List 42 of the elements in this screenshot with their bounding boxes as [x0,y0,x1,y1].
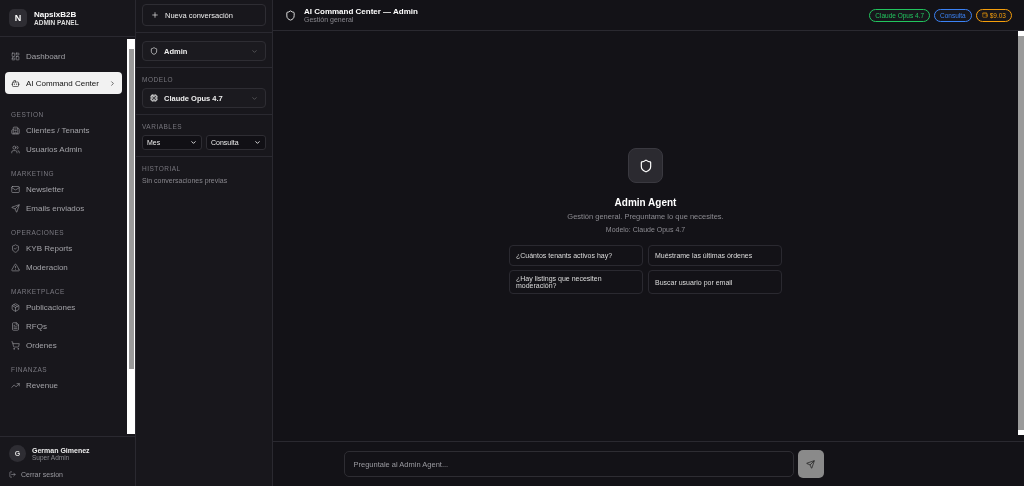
send-button[interactable] [797,450,824,478]
nav-item[interactable]: KYB Reports [5,239,122,258]
nav-item[interactable]: Dashboard [5,47,122,66]
send-icon [806,459,815,469]
document-icon [11,322,20,331]
shield-icon [638,158,653,173]
scrollbar[interactable] [127,39,135,434]
nav-item[interactable]: Revenue [5,376,122,395]
chevron-icon [254,139,261,146]
users-icon [11,145,20,154]
nav-item[interactable]: Ordenes [5,336,122,355]
nav-item[interactable]: RFQs [5,317,122,336]
chevron-icon [190,139,197,146]
dashboard-icon [11,52,20,61]
chevron-icon [251,94,258,102]
chevron-icon [109,79,116,87]
nav-item[interactable]: Clientes / Tenants [5,121,122,140]
mail-icon [11,185,20,194]
nav-item[interactable]: Usuarios Admin [5,140,122,159]
shield-icon [285,9,296,21]
nav-item[interactable]: Emails enviados [5,199,122,218]
shield-icon [150,47,158,55]
shield-icon [11,244,20,253]
nav-item[interactable]: Newsletter [5,180,122,199]
warning-icon [11,263,20,272]
scrollbar[interactable] [1018,31,1024,435]
box-icon [11,303,20,312]
cart-icon [11,341,20,350]
building-icon [11,126,20,135]
page-title: AI Command Center — Admin [304,7,418,16]
nav-item[interactable]: Publicaciones [5,298,122,317]
trending-icon [11,381,20,390]
send-icon [11,204,20,213]
agent-title: Admin Agent [614,197,677,208]
plus-icon [151,11,159,19]
nav-item[interactable]: AI Command Center [5,72,122,94]
logout-icon [9,471,16,478]
nav-item[interactable]: Moderacion [5,258,122,277]
chevron-icon [251,47,258,55]
brand-logo: N [9,9,27,27]
brand-name: NapsixB2B [34,10,78,19]
robot-icon [11,78,20,88]
